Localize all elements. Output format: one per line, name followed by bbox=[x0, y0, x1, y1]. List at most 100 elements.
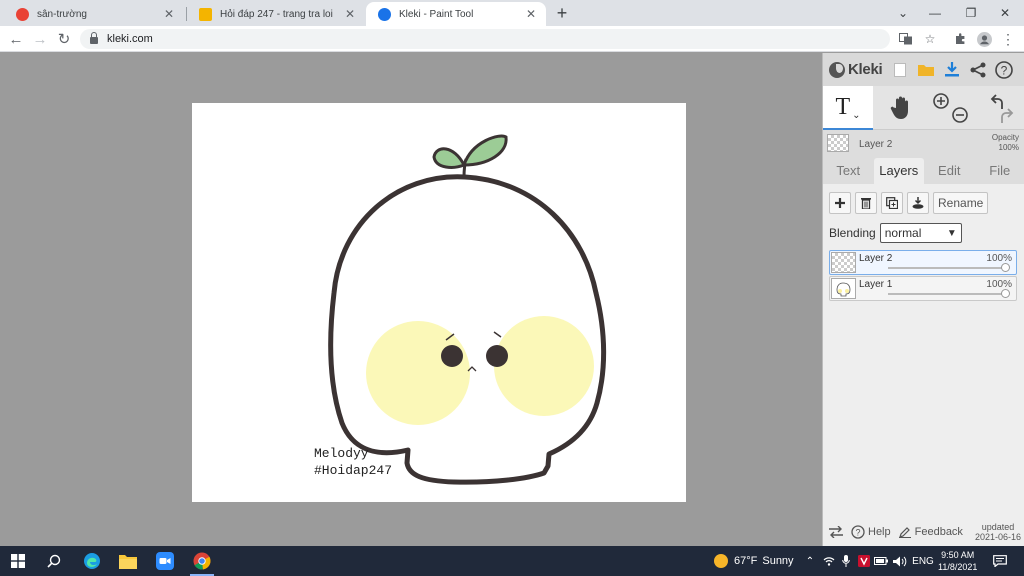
taskbar-clock[interactable]: 9:50 AM 11/8/2021 bbox=[938, 549, 977, 573]
drawing-canvas[interactable]: Melodyy #Hoidap247 bbox=[192, 103, 686, 502]
restore-button[interactable]: ❐ bbox=[954, 0, 988, 26]
microphone-icon[interactable] bbox=[838, 546, 854, 576]
search-icon[interactable] bbox=[36, 546, 72, 576]
browser-tab-hoidap[interactable]: Hỏi đáp 247 - trang tra loi ✕ bbox=[187, 2, 365, 26]
h-icon bbox=[199, 7, 212, 21]
kleki-sidebar: Kleki ? T ⌄ Layer 2 Opacity 100% Text La… bbox=[822, 53, 1024, 546]
tab-file[interactable]: File bbox=[975, 158, 1024, 184]
layer-name: Layer 1 bbox=[859, 279, 893, 290]
current-layer-info: Layer 2 Opacity 100% bbox=[823, 130, 1024, 158]
sidebar-footer: ? Help Feedback updated 2021-06-16 bbox=[823, 518, 1024, 546]
volume-icon[interactable] bbox=[891, 546, 909, 576]
opacity-slider[interactable] bbox=[888, 293, 1008, 295]
kleki-logo[interactable]: Kleki bbox=[823, 61, 887, 78]
kleki-topbar: Kleki ? bbox=[823, 53, 1024, 86]
blending-select[interactable]: normal ▼ bbox=[879, 223, 962, 243]
current-layer-name: Layer 2 bbox=[859, 139, 893, 150]
feedback-label: Feedback bbox=[914, 526, 963, 538]
zoom-controls bbox=[927, 86, 973, 130]
merge-icon bbox=[912, 197, 924, 209]
tab-title: Hỏi đáp 247 - trang tra loi bbox=[220, 8, 333, 20]
chevron-up-icon[interactable]: ⌃ bbox=[803, 546, 817, 576]
windows-start-icon[interactable] bbox=[0, 546, 36, 576]
layers-panel: Rename Blending normal ▼ Layer 2 100% La… bbox=[823, 184, 1024, 546]
text-tool-icon[interactable]: T ⌄ bbox=[823, 86, 873, 130]
chrome-icon[interactable] bbox=[184, 546, 220, 576]
notifications-icon[interactable] bbox=[990, 546, 1010, 576]
close-icon[interactable]: ✕ bbox=[164, 7, 174, 21]
feedback-link[interactable]: Feedback bbox=[898, 526, 963, 538]
tab-search-icon[interactable]: ⌄ bbox=[886, 0, 920, 26]
tab-text[interactable]: Text bbox=[823, 158, 874, 184]
menu-icon[interactable]: ⋮ bbox=[998, 29, 1018, 49]
open-folder-icon[interactable] bbox=[913, 57, 939, 83]
windows-taskbar: 67°F Sunny ⌃ ENG 9:50 AM 11/8/2021 bbox=[0, 546, 1024, 576]
translate-icon[interactable] bbox=[896, 29, 916, 49]
chevron-down-icon: ▼ bbox=[946, 227, 957, 239]
chevron-down-icon[interactable]: ⌄ bbox=[852, 110, 860, 121]
tab-layers[interactable]: Layers bbox=[873, 158, 924, 184]
opacity-slider-handle[interactable] bbox=[1001, 263, 1010, 272]
edge-icon[interactable] bbox=[74, 546, 110, 576]
delete-layer-button[interactable] bbox=[855, 192, 877, 214]
url-text: kleki.com bbox=[107, 33, 153, 45]
kleki-icon bbox=[378, 7, 391, 21]
new-tab-button[interactable]: + bbox=[552, 3, 572, 23]
weather-widget[interactable]: 67°F Sunny bbox=[714, 546, 794, 576]
svg-text:?: ? bbox=[1001, 63, 1008, 77]
file-explorer-icon[interactable] bbox=[110, 546, 146, 576]
omnibox[interactable]: kleki.com bbox=[80, 29, 890, 49]
close-icon[interactable]: ✕ bbox=[526, 7, 536, 21]
antivirus-icon[interactable] bbox=[856, 546, 872, 576]
browser-tab-kleki[interactable]: Kleki - Paint Tool ✕ bbox=[366, 2, 546, 26]
temperature: 67°F bbox=[734, 555, 758, 567]
canvas-workspace[interactable]: Melodyy #Hoidap247 bbox=[0, 53, 822, 546]
battery-icon[interactable] bbox=[873, 546, 889, 576]
updated-label: updated bbox=[981, 522, 1015, 532]
help-link[interactable]: ? Help bbox=[851, 525, 891, 539]
tab-edit[interactable]: Edit bbox=[924, 158, 975, 184]
duplicate-layer-button[interactable] bbox=[881, 192, 903, 214]
download-icon[interactable] bbox=[939, 57, 965, 83]
opacity-value: 100% bbox=[998, 143, 1019, 152]
lock-icon[interactable] bbox=[90, 32, 98, 44]
layer-item-layer-2[interactable]: Layer 2 100% bbox=[829, 250, 1017, 275]
forward-icon[interactable]: → bbox=[30, 29, 50, 49]
share-icon[interactable] bbox=[965, 57, 991, 83]
opacity-slider-handle[interactable] bbox=[1001, 289, 1010, 298]
help-icon[interactable]: ? bbox=[991, 57, 1017, 83]
layer-name: Layer 2 bbox=[859, 253, 893, 264]
swap-sides-icon[interactable] bbox=[829, 526, 843, 538]
bookmark-star-icon[interactable]: ☆ bbox=[920, 29, 940, 49]
input-language[interactable]: ENG bbox=[910, 546, 936, 576]
kleki-logo-icon bbox=[829, 61, 845, 78]
back-icon[interactable]: ← bbox=[6, 29, 26, 49]
merge-down-button[interactable] bbox=[907, 192, 929, 214]
current-layer-opacity: Opacity 100% bbox=[992, 133, 1019, 153]
trash-icon bbox=[861, 198, 871, 209]
extensions-icon[interactable] bbox=[950, 29, 970, 49]
opacity-slider[interactable] bbox=[888, 267, 1008, 269]
layer-button-row: Rename bbox=[829, 192, 989, 214]
close-window-button[interactable]: ✕ bbox=[988, 0, 1022, 26]
new-image-icon[interactable] bbox=[887, 57, 913, 83]
undo-redo-controls bbox=[977, 86, 1023, 130]
tool-row: T ⌄ bbox=[823, 86, 1024, 130]
zoom-app-icon[interactable] bbox=[147, 546, 183, 576]
minimize-button[interactable]: — bbox=[918, 0, 952, 26]
c-icon bbox=[16, 7, 29, 21]
browser-tab-san-truong[interactable]: sân-trường ✕ bbox=[4, 2, 184, 26]
rename-button[interactable]: Rename bbox=[933, 192, 989, 214]
kleki-logo-text: Kleki bbox=[848, 61, 883, 78]
layer-thumbnail bbox=[831, 278, 856, 299]
layer-item-layer-1[interactable]: Layer 1 100% bbox=[829, 276, 1017, 301]
add-layer-button[interactable] bbox=[829, 192, 851, 214]
close-icon[interactable]: ✕ bbox=[345, 7, 355, 21]
current-layer-thumbnail bbox=[827, 134, 849, 152]
hand-tool-icon[interactable] bbox=[879, 86, 923, 130]
profile-avatar[interactable] bbox=[974, 29, 994, 49]
wifi-icon[interactable] bbox=[821, 546, 837, 576]
reload-icon[interactable]: ↻ bbox=[54, 29, 74, 49]
blending-label: Blending bbox=[829, 226, 876, 240]
weather-condition: Sunny bbox=[762, 555, 794, 567]
